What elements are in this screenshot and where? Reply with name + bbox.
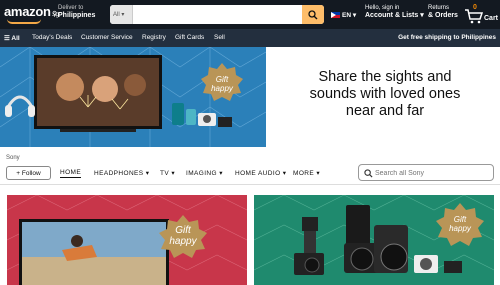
brand-search-input[interactable] bbox=[375, 167, 490, 179]
hero-headline-line3: near and far bbox=[345, 103, 425, 119]
nav-gift-cards[interactable]: Gift Cards bbox=[175, 34, 204, 41]
tab-home-audio[interactable]: HOME AUDIO ▾ bbox=[235, 169, 286, 177]
search-bar: All ▾ bbox=[110, 5, 324, 24]
promo-tile-cameras[interactable]: Gift happy bbox=[254, 195, 494, 285]
search-icon bbox=[364, 169, 373, 178]
chevron-down-icon: ▾ bbox=[282, 170, 287, 177]
all-label: All bbox=[11, 35, 20, 42]
gift-badge-line2: happy bbox=[211, 84, 233, 93]
promo-tile-tv[interactable]: Gift happy bbox=[7, 195, 247, 285]
search-button[interactable] bbox=[302, 5, 324, 24]
language-label: EN bbox=[342, 12, 352, 19]
language-selector[interactable]: EN ▾ bbox=[331, 11, 356, 19]
logo-smile-icon bbox=[7, 19, 41, 24]
gift-happy-badge: Gift happy bbox=[203, 65, 241, 103]
philippines-flag-icon bbox=[331, 12, 340, 19]
nav-todays-deals[interactable]: Today's Deals bbox=[32, 34, 72, 41]
tab-headphones-label: HEADPHONES bbox=[94, 170, 144, 177]
hero-banner[interactable]: Gift happy Share the sights and sounds wi… bbox=[0, 47, 500, 147]
location-pin-icon: ⚲ bbox=[52, 11, 58, 18]
gift-badge-line1: Gift bbox=[175, 225, 191, 236]
search-category-select[interactable]: All ▾ bbox=[110, 5, 133, 24]
chevron-down-icon: ▾ bbox=[145, 170, 150, 177]
hamburger-icon: ☰ bbox=[4, 35, 10, 42]
search-category-label: All bbox=[113, 12, 120, 18]
cart-count: 0 bbox=[473, 4, 477, 11]
hero-headline-line2: sounds with loved ones bbox=[309, 86, 461, 102]
gift-happy-badge: Gift happy bbox=[164, 217, 202, 255]
deliver-label: Deliver to bbox=[58, 5, 84, 11]
gift-badge-line2: happy bbox=[449, 224, 471, 233]
chevron-down-icon: ▾ bbox=[171, 170, 175, 177]
amazon-logo[interactable]: amazon.sg bbox=[4, 4, 59, 24]
hero-headline: Share the sights and sounds with loved o… bbox=[285, 69, 485, 120]
returns-label: Returns bbox=[428, 5, 450, 11]
chevron-down-icon: ▾ bbox=[316, 170, 320, 177]
tab-more[interactable]: MORE ▾ bbox=[293, 169, 320, 177]
tab-tv[interactable]: TV ▾ bbox=[160, 169, 175, 177]
tab-home-audio-label: HOME AUDIO bbox=[235, 170, 281, 177]
tab-tv-label: TV bbox=[160, 170, 170, 177]
brand-breadcrumb[interactable]: Sony bbox=[6, 155, 20, 161]
search-input[interactable] bbox=[134, 5, 302, 24]
account-label: Account & Lists bbox=[365, 12, 419, 20]
gift-badge-line1: Gift bbox=[215, 75, 229, 84]
chevron-down-icon: ▾ bbox=[352, 12, 357, 19]
cart-label: Cart bbox=[484, 15, 499, 22]
free-shipping-promo[interactable]: Get free shipping to Philippines bbox=[398, 34, 496, 41]
deliver-to[interactable]: ⚲ Deliver to Philippines bbox=[52, 5, 96, 21]
all-menu-button[interactable]: ☰ All bbox=[4, 34, 20, 42]
logo-text: amazon bbox=[4, 4, 51, 19]
follow-button[interactable]: + Follow bbox=[6, 166, 51, 180]
chevron-down-icon: ▾ bbox=[219, 170, 223, 177]
top-header: amazon.sg ⚲ Deliver to Philippines All ▾… bbox=[0, 0, 500, 29]
tab-imaging[interactable]: IMAGING ▾ bbox=[186, 169, 223, 177]
nav-bar: ☰ All Today's Deals Customer Service Reg… bbox=[0, 29, 500, 47]
tab-headphones[interactable]: HEADPHONES ▾ bbox=[94, 169, 149, 177]
gift-badge-line2: happy bbox=[169, 236, 197, 247]
gift-happy-badge: Gift happy bbox=[441, 205, 479, 243]
nav-customer-service[interactable]: Customer Service bbox=[81, 34, 133, 41]
nav-registry[interactable]: Registry bbox=[142, 34, 166, 41]
tv-tile-image bbox=[7, 195, 247, 285]
tab-more-label: MORE bbox=[293, 170, 315, 177]
gift-badge-line1: Gift bbox=[453, 215, 467, 224]
tab-imaging-label: IMAGING bbox=[186, 170, 217, 177]
hero-image: Gift happy bbox=[0, 47, 266, 147]
nav-sell[interactable]: Sell bbox=[214, 34, 225, 41]
tab-home[interactable]: HOME bbox=[60, 169, 82, 178]
search-icon bbox=[308, 9, 318, 19]
returns-orders[interactable]: Returns & Orders bbox=[428, 5, 458, 21]
brand-search bbox=[358, 164, 494, 181]
chevron-down-icon: ▾ bbox=[420, 12, 424, 20]
deliver-location: Philippines bbox=[58, 12, 96, 20]
account-greeting: Hello, sign in bbox=[365, 5, 400, 11]
orders-label: & Orders bbox=[428, 12, 458, 20]
hero-headline-line1: Share the sights and bbox=[318, 69, 452, 85]
account-menu[interactable]: Hello, sign in Account & Lists ▾ bbox=[365, 5, 424, 21]
